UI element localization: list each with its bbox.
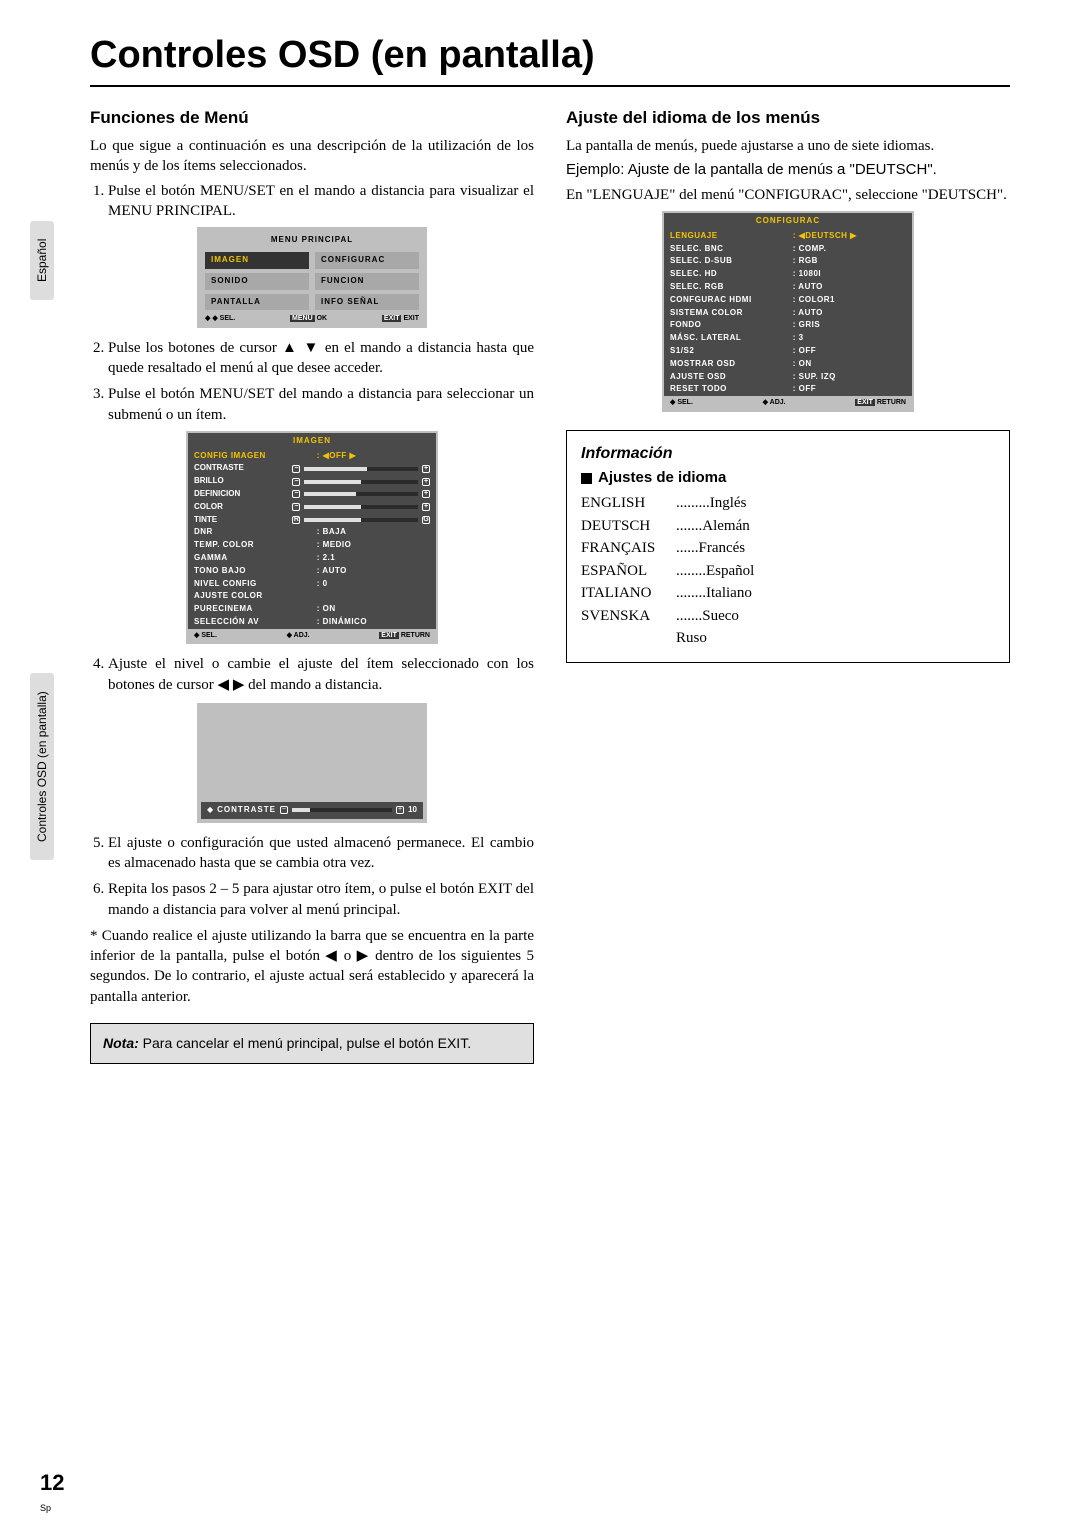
left-column: Funciones de Menú Lo que sigue a continu… — [90, 97, 534, 1063]
lang-item: SVENSKA....... Sueco — [581, 605, 995, 628]
step-4: Ajuste el nivel o cambie el ajuste del í… — [108, 654, 534, 695]
osd-imagen-title: IMAGEN — [188, 433, 436, 450]
osd-config-row: SELEC. BNC: COMP. — [664, 243, 912, 256]
exit-button-label: EXIT — [382, 315, 402, 322]
osd-config-row: RESET TODO: OFF — [664, 383, 912, 396]
osd-main-title: MENU PRINCIPAL — [205, 235, 419, 246]
osd-config-row: S1/S2: OFF — [664, 345, 912, 358]
osd-main-cell: SONIDO — [205, 273, 309, 290]
osd-contrast-bar: ◆ CONTRASTE − + 10 — [197, 703, 427, 823]
contrast-value: 10 — [408, 805, 417, 816]
language-list: ENGLISH......... InglésDEUTSCH....... Al… — [581, 492, 995, 650]
osd-config-foot-adj: ◆ ADJ. — [763, 398, 786, 407]
step-6: Repita los pasos 2 – 5 para ajustar otro… — [108, 879, 534, 920]
osd-config-row: LENGUAJE: ◀DEUTSCH ▶ — [664, 230, 912, 243]
osd-config-row: FONDO: GRIS — [664, 319, 912, 332]
star-note: * Cuando realice el ajuste utilizando la… — [90, 926, 534, 1007]
right-p2: Ejemplo: Ajuste de la pantalla de menús … — [566, 160, 1010, 180]
osd-slider-row: CONTRASTE−+ — [188, 462, 436, 475]
contrast-slider — [292, 808, 392, 812]
osd-row: PURECINEMA: ON — [188, 603, 436, 616]
osd-imagen-menu: IMAGEN CONFIG IMAGEN : ◀OFF ▶ CONTRASTE−… — [186, 431, 438, 644]
osd-config-row: MÁSC. LATERAL: 3 — [664, 332, 912, 345]
lang-item: DEUTSCH....... Alemán — [581, 515, 995, 538]
minus-icon: − — [280, 806, 288, 814]
star-note-text: Cuando realice el ajuste utilizando la b… — [90, 928, 534, 1005]
osd-config-row: SISTEMA COLOR: AUTO — [664, 307, 912, 320]
note-text: Para cancelar el menú principal, pulse e… — [143, 1035, 471, 1051]
osd-row: TEMP. COLOR: MEDIO — [188, 539, 436, 552]
osd-main-cell: INFO SEÑAL — [315, 294, 419, 311]
info-sub: Ajustes de idioma — [598, 469, 726, 486]
sp-mark: Sp — [40, 1502, 51, 1514]
osd-imagen-foot-sel: ◆ SEL. — [194, 631, 217, 640]
osd-row: SELECCIÓN AV: DINÁMICO — [188, 616, 436, 629]
step-1: Pulse el botón MENU/SET en el mando a di… — [108, 181, 534, 222]
exit-label: EXIT — [403, 315, 419, 322]
info-heading: Información — [581, 443, 995, 465]
osd-config-row: SELEC. D-SUB: RGB — [664, 255, 912, 268]
step-3: Pulse el botón MENU/SET del mando a dist… — [108, 384, 534, 425]
right-column: Ajuste del idioma de los menús La pantal… — [566, 97, 1010, 1063]
osd-row: TONO BAJO: AUTO — [188, 565, 436, 578]
note-box: Nota: Para cancelar el menú principal, p… — [90, 1023, 534, 1064]
osd-config-foot-sel: ◆ SEL. — [670, 398, 693, 407]
osd-config-row: SELEC. RGB: AUTO — [664, 281, 912, 294]
osd-row: AJUSTE COLOR — [188, 590, 436, 603]
contrast-label: CONTRASTE — [217, 805, 276, 816]
osd-slider-row: DEFINICION−+ — [188, 488, 436, 501]
osd-slider-row: TINTERG — [188, 514, 436, 527]
lang-item: ITALIANO........ Italiano — [581, 582, 995, 605]
plus-icon: + — [396, 806, 404, 814]
osd-main-cell: IMAGEN — [205, 252, 309, 269]
osd-imagen-foot-adj: ◆ ADJ. — [287, 631, 310, 640]
config-imagen-label: CONFIG IMAGEN — [194, 451, 317, 462]
osd-main-foot-sel: ◆ ◆ SEL. — [205, 314, 235, 323]
info-box: Información Ajustes de idioma ENGLISH...… — [566, 430, 1010, 663]
left-intro: Lo que sigue a continuación es una descr… — [90, 136, 534, 177]
osd-config-menu: CONFIGURAC LENGUAJE: ◀DEUTSCH ▶SELEC. BN… — [662, 211, 914, 412]
lang-item: Ruso — [581, 627, 995, 650]
note-label: Nota: — [103, 1035, 139, 1051]
page-number: 12 — [40, 1468, 64, 1498]
lang-item: ESPAÑOL........ Español — [581, 560, 995, 583]
osd-main-cell: CONFIGURAC — [315, 252, 419, 269]
osd-main-cell: FUNCION — [315, 273, 419, 290]
osd-row: GAMMA: 2.1 — [188, 552, 436, 565]
right-p3: En "LENGUAJE" del menú "CONFIGURAC", sel… — [566, 185, 1010, 205]
exit-btn: EXIT — [379, 632, 399, 639]
menu-button-label: MENU — [290, 315, 315, 322]
left-heading: Funciones de Menú — [90, 107, 534, 130]
step-2: Pulse los botones de cursor ▲ ▼ en el ma… — [108, 338, 534, 379]
step-5: El ajuste o configuración que usted alma… — [108, 833, 534, 874]
osd-slider-row: COLOR−+ — [188, 501, 436, 514]
lang-item: ENGLISH......... Inglés — [581, 492, 995, 515]
page-title: Controles OSD (en pantalla) — [90, 30, 1010, 87]
return-label-2: RETURN — [877, 399, 906, 406]
osd-config-row: CONFGURAC HDMI: COLOR1 — [664, 294, 912, 307]
osd-config-title: CONFIGURAC — [664, 213, 912, 230]
osd-row: NIVEL CONFIG: 0 — [188, 578, 436, 591]
lang-item: FRANÇAIS...... Francés — [581, 537, 995, 560]
updown-icon: ◆ — [207, 805, 213, 816]
exit-btn-2: EXIT — [855, 399, 875, 406]
ok-label: OK — [317, 315, 328, 322]
osd-row: DNR: BAJA — [188, 526, 436, 539]
osd-slider-row: BRILLO−+ — [188, 475, 436, 488]
square-icon — [581, 473, 592, 484]
osd-main-cell: PANTALLA — [205, 294, 309, 311]
config-imagen-value: : ◀OFF ▶ — [317, 451, 430, 462]
right-p1: La pantalla de menús, puede ajustarse a … — [566, 136, 1010, 156]
return-label: RETURN — [401, 632, 430, 639]
right-heading: Ajuste del idioma de los menús — [566, 107, 1010, 130]
osd-config-row: MOSTRAR OSD: ON — [664, 358, 912, 371]
osd-main-menu: MENU PRINCIPAL IMAGEN CONFIGURAC SONIDO FUN… — [197, 227, 427, 328]
osd-config-row: SELEC. HD: 1080I — [664, 268, 912, 281]
osd-config-row: AJUSTE OSD: SUP. IZQ — [664, 371, 912, 384]
